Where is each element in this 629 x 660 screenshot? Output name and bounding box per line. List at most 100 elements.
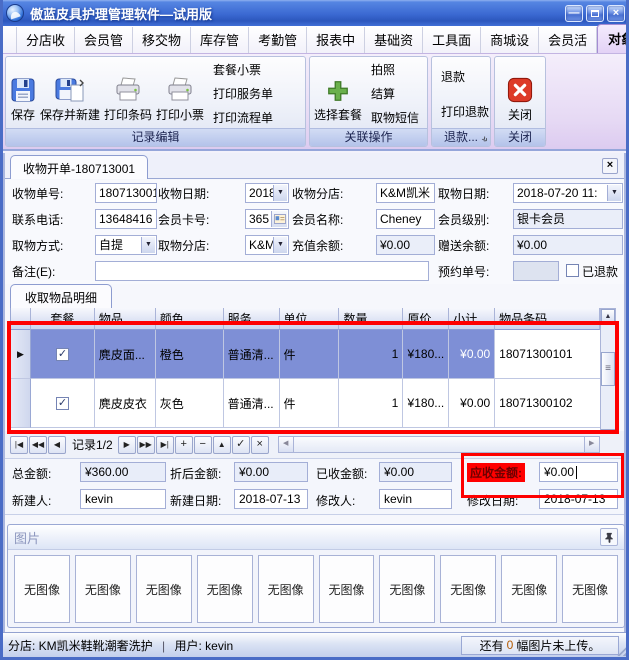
close-window-button[interactable]: × (607, 5, 625, 22)
ribbon-tab-reports[interactable]: 报表中 (307, 27, 365, 53)
maximize-button[interactable] (586, 5, 604, 22)
subtotal-cell[interactable]: ¥0.00 (449, 330, 495, 379)
chevron-down-icon[interactable]: ▼ (141, 237, 155, 253)
member-name-field[interactable]: Cheney (376, 209, 435, 229)
ribbon-tab-object[interactable]: 对象管 (597, 24, 629, 53)
subtotal-cell[interactable]: ¥0.00 (449, 379, 495, 428)
save-and-new-button[interactable]: 保存并新建 (38, 59, 102, 128)
ribbon-tab-branch-receive[interactable]: 分店收 (16, 27, 75, 53)
qty-cell[interactable]: 1 (339, 330, 403, 379)
col-header-barcode[interactable]: 物品条码 (495, 308, 600, 330)
unit-cell[interactable]: 件 (280, 379, 340, 428)
ribbon-tab-mall[interactable]: 商城设 (481, 27, 539, 53)
package-receipt-button[interactable]: 套餐小票 (210, 59, 276, 80)
table-row[interactable]: ▶ ✓ 麂皮面... 橙色 普通清... 件 1 ¥180... ¥0.00 1… (11, 330, 600, 379)
price-cell[interactable]: ¥180... (403, 330, 449, 379)
ribbon-tab-members[interactable]: 会员管 (75, 27, 133, 53)
chevron-down-icon[interactable]: ▼ (273, 237, 287, 253)
table-row[interactable]: ✓ 麂皮皮衣 灰色 普通清... 件 1 ¥180... ¥0.00 18071… (11, 379, 600, 428)
service-cell[interactable]: 普通清... (224, 379, 280, 428)
image-placeholder[interactable]: 无图像 (136, 555, 192, 623)
package-cell[interactable]: ✓ (31, 379, 95, 428)
image-placeholder[interactable]: 无图像 (319, 555, 375, 623)
card-no-field[interactable]: 365 (245, 209, 289, 229)
close-form-button[interactable]: 关闭 (505, 59, 535, 128)
ribbon-tab-tools[interactable]: 工具面 (423, 27, 481, 53)
pickup-sms-button[interactable]: 取物短信 (368, 107, 422, 128)
chevron-down-icon[interactable]: ▼ (607, 185, 621, 201)
nav-prev-page-button[interactable]: ◀◀ (29, 436, 47, 454)
row-selector-cell[interactable]: ▶ (11, 330, 31, 379)
col-header-qty[interactable]: 数量 (339, 308, 403, 330)
col-header-selector[interactable] (11, 308, 31, 330)
ribbon-tab-transfer[interactable]: 移交物 (133, 27, 191, 53)
image-placeholder[interactable]: 无图像 (14, 555, 70, 623)
package-checkbox[interactable]: ✓ (56, 397, 69, 410)
col-header-color[interactable]: 颜色 (156, 308, 224, 330)
print-barcode-button[interactable]: 打印条码 (102, 59, 154, 128)
image-placeholder[interactable]: 无图像 (440, 555, 496, 623)
nav-last-button[interactable]: ▶| (156, 436, 174, 454)
grid-horizontal-scrollbar[interactable]: ◀ ▶ (278, 436, 600, 453)
ribbon-tab-basedata[interactable]: 基础资 (365, 27, 423, 53)
print-receipt-button[interactable]: 打印小票 (154, 59, 206, 128)
phone-field[interactable]: 13648416 (95, 209, 157, 229)
row-selector-cell[interactable] (11, 379, 31, 428)
unit-cell[interactable]: 件 (280, 330, 340, 379)
tab-received-items-detail[interactable]: 收取物品明细 (10, 284, 112, 308)
service-cell[interactable]: 普通清... (224, 330, 280, 379)
ribbon-tab-attendance[interactable]: 考勤管 (249, 27, 307, 53)
nav-next-button[interactable]: ▶ (118, 436, 136, 454)
grid-vertical-scrollbar[interactable]: ▲ ≡ ▼ (600, 308, 616, 445)
receipt-date-combo[interactable]: 2018▼ (245, 183, 289, 203)
color-cell[interactable]: 橙色 (156, 330, 224, 379)
package-checkbox[interactable]: ✓ (56, 348, 69, 361)
chevron-down-icon[interactable]: ▼ (273, 185, 287, 201)
refund-button[interactable]: 退款 (438, 66, 492, 87)
receivable-amount-field[interactable]: ¥0.00 (539, 462, 618, 482)
image-placeholder[interactable]: 无图像 (379, 555, 435, 623)
col-header-package[interactable]: 套餐 (31, 308, 95, 330)
ribbon-tab-inventory[interactable]: 库存管 (191, 27, 249, 53)
image-placeholder[interactable]: 无图像 (501, 555, 557, 623)
refunded-checkbox[interactable] (566, 264, 579, 277)
image-placeholder[interactable]: 无图像 (258, 555, 314, 623)
price-cell[interactable]: ¥180... (403, 379, 449, 428)
color-cell[interactable]: 灰色 (156, 379, 224, 428)
minimize-button[interactable]: — (565, 5, 583, 22)
nav-add-button[interactable]: + (175, 436, 193, 454)
member-card-icon[interactable] (271, 211, 287, 227)
scrollbar-thumb[interactable]: ≡ (601, 352, 615, 386)
tab-receive-order[interactable]: 收物开单-180713001 (10, 155, 148, 179)
scroll-right-icon[interactable]: ▶ (584, 437, 599, 452)
col-header-item[interactable]: 物品 (95, 308, 156, 330)
col-header-unit[interactable]: 单位 (280, 308, 340, 330)
package-cell[interactable]: ✓ (31, 330, 95, 379)
nav-edit-button[interactable]: ▲ (213, 436, 231, 454)
scroll-up-icon[interactable]: ▲ (601, 309, 615, 324)
scroll-left-icon[interactable]: ◀ (279, 437, 294, 452)
remark-field[interactable] (95, 261, 429, 281)
pickup-date-combo[interactable]: 2018-07-20 11:▼ (513, 183, 623, 203)
settle-button[interactable]: 结算 (368, 83, 422, 104)
nav-post-button[interactable]: ✓ (232, 436, 250, 454)
image-placeholder[interactable]: 无图像 (197, 555, 253, 623)
pin-icon[interactable] (600, 528, 618, 546)
nav-cancel-button[interactable]: × (251, 436, 269, 454)
print-flow-order-button[interactable]: 打印流程单 (210, 107, 276, 128)
col-header-service[interactable]: 服务... (224, 308, 280, 330)
item-cell[interactable]: 麂皮面... (95, 330, 156, 379)
nav-prev-button[interactable]: ◀ (48, 436, 66, 454)
qty-cell[interactable]: 1 (339, 379, 403, 428)
receipt-no-field[interactable]: 180713001 (95, 183, 157, 203)
image-placeholder[interactable]: 无图像 (562, 555, 618, 623)
barcode-cell[interactable]: 18071300101 (495, 330, 600, 379)
col-header-price[interactable]: 原价 (403, 308, 449, 330)
item-cell[interactable]: 麂皮皮衣 (95, 379, 156, 428)
nav-first-button[interactable]: |◀ (10, 436, 28, 454)
save-button[interactable]: 保存 (8, 59, 38, 128)
scrollbar-track[interactable] (294, 437, 584, 452)
print-refund-button[interactable]: 打印退款 (438, 101, 492, 122)
document-close-button[interactable]: × (602, 158, 618, 174)
photo-button[interactable]: 拍照 (368, 59, 422, 80)
